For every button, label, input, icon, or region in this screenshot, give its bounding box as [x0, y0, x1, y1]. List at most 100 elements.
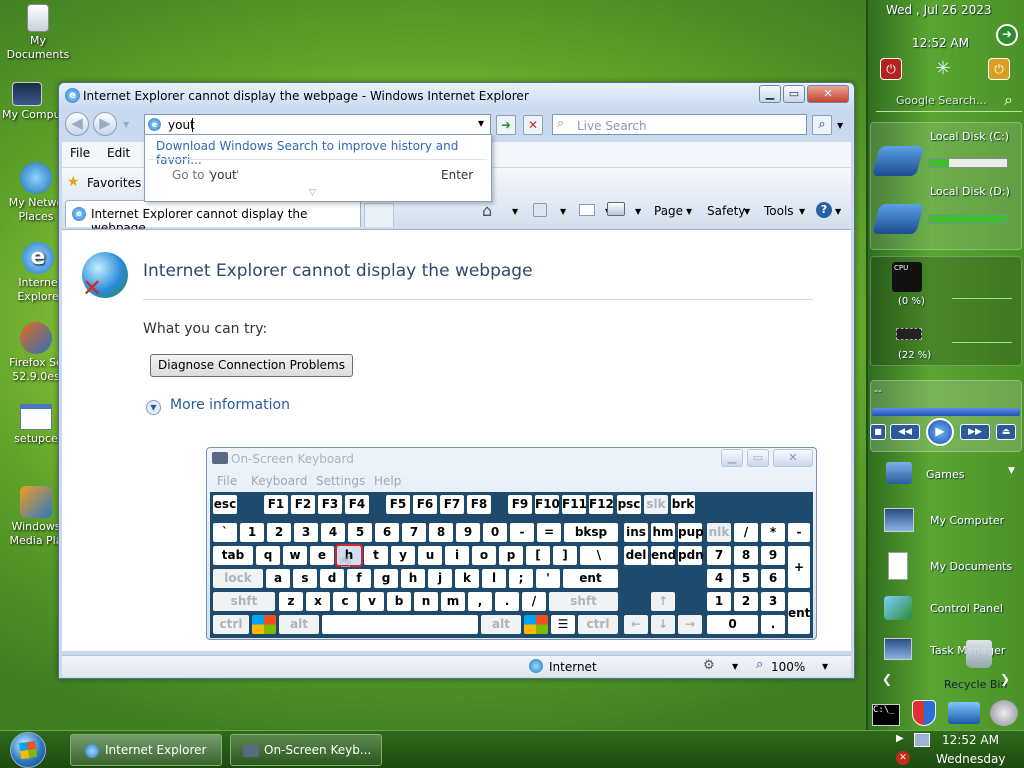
sidebar-shortcut-games[interactable]: Games ▼ [874, 458, 1022, 494]
osk-key[interactable]: 4 [707, 569, 731, 588]
osk-key[interactable]: F2 [291, 495, 315, 514]
dropdown-expand-icon[interactable]: ▽ [309, 188, 316, 198]
osk-key[interactable]: 6 [375, 523, 399, 542]
osk-key[interactable]: s [293, 569, 317, 588]
osk-key[interactable]: ← [624, 615, 648, 634]
dropdown-arrow-icon[interactable]: ▼ [1008, 466, 1015, 476]
osk-key[interactable]: ins [624, 523, 648, 542]
osk-key[interactable]: tab [213, 546, 253, 565]
osk-key[interactable]: + [788, 546, 810, 588]
favorites-button[interactable]: Favorites [87, 176, 141, 190]
osk-minimize-button[interactable]: ▁ [721, 449, 743, 467]
osk-key[interactable]: ctrl [578, 615, 618, 634]
osk-key[interactable]: , [468, 592, 492, 611]
menu-file[interactable]: File [70, 146, 90, 160]
go-button[interactable]: ➜ [496, 115, 516, 135]
osk-key[interactable]: h [401, 569, 425, 588]
zoom-level[interactable]: 100% [771, 660, 805, 674]
osk-key[interactable]: shft [549, 592, 618, 611]
osk-key[interactable]: 2 [267, 523, 291, 542]
osk-key[interactable]: F5 [386, 495, 410, 514]
page-menu[interactable]: Page [654, 204, 683, 218]
search-options-icon[interactable]: ▼ [837, 121, 843, 130]
tab-current[interactable]: e Internet Explorer cannot display the w… [65, 200, 361, 235]
osk-key[interactable]: F7 [440, 495, 464, 514]
osk-key[interactable]: 1 [240, 523, 264, 542]
recycle-bin-icon[interactable] [966, 640, 992, 668]
osk-key[interactable]: p [499, 546, 523, 565]
osk-key[interactable]: pup [678, 523, 704, 542]
osk-key[interactable]: o [472, 546, 496, 565]
new-tab-button[interactable] [364, 203, 394, 227]
osk-key[interactable]: b [387, 592, 411, 611]
ie-titlebar[interactable]: e Internet Explorer cannot display the w… [59, 83, 854, 109]
osk-key[interactable]: - [510, 523, 534, 542]
osk-close-button[interactable]: ✕ [773, 449, 813, 467]
osk-key[interactable]: / [522, 592, 546, 611]
back-button[interactable]: ◀ [65, 112, 89, 136]
live-search-box[interactable]: ⌕ Live Search [552, 114, 807, 135]
osk-key[interactable]: u [418, 546, 442, 565]
osk-key[interactable]: alt [279, 615, 319, 634]
fast-forward-icon[interactable]: ▶▶ [960, 424, 990, 440]
osk-key[interactable]: [ [526, 546, 550, 565]
stop-button[interactable]: ✕ [523, 115, 543, 135]
osk-key[interactable]: 7 [707, 546, 731, 565]
osk-key[interactable]: ] [553, 546, 577, 565]
osk-key[interactable]: del [624, 546, 648, 565]
osk-key[interactable]: l [482, 569, 506, 588]
osk-key[interactable]: 0 [483, 523, 507, 542]
speaker-icon[interactable] [990, 700, 1018, 726]
osk-key[interactable]: g [374, 569, 398, 588]
osk-key[interactable]: F4 [345, 495, 369, 514]
scroll-right-icon[interactable]: ❯ [1000, 672, 1010, 686]
magnifier-icon[interactable]: ⌕ [1004, 90, 1013, 110]
osk-key[interactable]: 5 [348, 523, 372, 542]
osk-key[interactable]: / [734, 523, 758, 542]
sidebar-search-field[interactable]: Google Search... ⌕ [876, 90, 1022, 112]
security-shield-icon[interactable] [912, 700, 936, 726]
safety-menu[interactable]: Safety [707, 204, 745, 218]
rewind-icon[interactable]: ◀◀ [890, 424, 920, 440]
close-button[interactable]: ✕ [807, 85, 849, 103]
taskbar-item-osk[interactable]: On-Screen Keyb... [230, 734, 382, 766]
osk-key[interactable]: hm [651, 523, 675, 542]
osk-key[interactable]: x [306, 592, 330, 611]
goto-row[interactable]: Go to ' yout ' Enter [145, 161, 491, 187]
safety-dropdown-icon[interactable]: ▼ [744, 207, 750, 216]
minimize-button[interactable]: ▁ [759, 85, 781, 103]
osk-key[interactable]: alt [481, 615, 521, 634]
osk-key[interactable]: F10 [535, 495, 560, 514]
address-input[interactable]: yout [168, 118, 195, 132]
zoom-dropdown-icon[interactable]: ▼ [822, 662, 828, 671]
tray-security-alert-icon[interactable]: ✕ [896, 751, 910, 765]
mail-icon[interactable] [579, 204, 595, 216]
address-dropdown-icon[interactable]: ▼ [478, 119, 484, 128]
maximize-button[interactable]: ▭ [783, 85, 805, 103]
osk-key[interactable]: F1 [264, 495, 288, 514]
osk-key-space[interactable] [322, 615, 478, 634]
osk-key[interactable]: brk [671, 495, 695, 514]
osk-key[interactable]: 1 [707, 592, 731, 611]
tray-arrow-icon[interactable]: ▶ [896, 733, 904, 744]
osk-key[interactable]: y [391, 546, 415, 565]
tray-network-icon[interactable] [914, 733, 930, 747]
osk-key[interactable]: ent [563, 569, 618, 588]
osk-key[interactable]: - [788, 523, 810, 542]
osk-key[interactable]: psc [617, 495, 641, 514]
osk-key[interactable]: 7 [402, 523, 426, 542]
print-dropdown-icon[interactable]: ▼ [635, 207, 641, 216]
feeds-dropdown-icon[interactable]: ▼ [560, 207, 566, 216]
osk-key[interactable]: 3 [294, 523, 318, 542]
sidebar-shortcut-my-documents[interactable]: My Documents [874, 550, 1022, 586]
osk-key[interactable]: ↑ [651, 592, 675, 611]
player-seek-bar[interactable] [872, 408, 1020, 416]
cmd-icon[interactable]: C:\_ [872, 704, 900, 726]
feeds-icon[interactable] [533, 203, 547, 217]
osk-key[interactable]: ; [509, 569, 533, 588]
osk-key-windows-logo-icon[interactable] [252, 615, 276, 634]
search-go-button[interactable]: ⌕ [812, 115, 832, 135]
osk-key[interactable]: 9 [761, 546, 785, 565]
osk-key[interactable]: 3 [761, 592, 785, 611]
osk-key[interactable]: bksp [564, 523, 618, 542]
